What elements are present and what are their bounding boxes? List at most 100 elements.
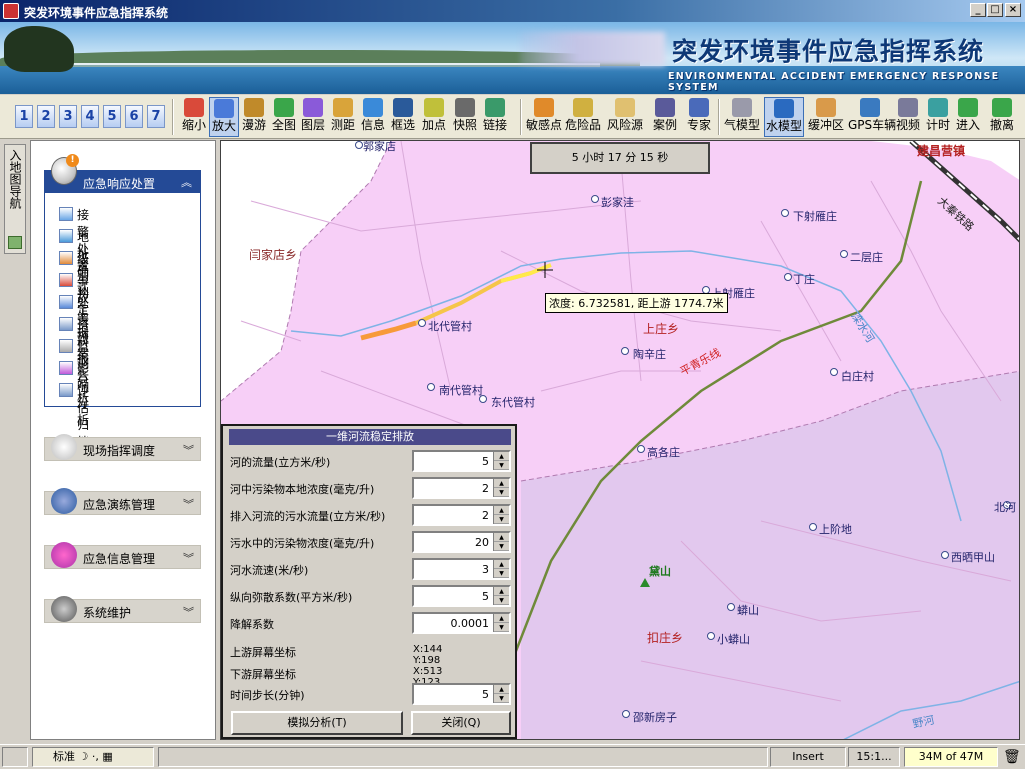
tool-map-10[interactable]: 链接 xyxy=(481,97,509,137)
place-xishaijiashan: 西晒甲山 xyxy=(951,551,995,564)
minimize-button[interactable]: _ xyxy=(970,3,986,17)
tool-data-4[interactable]: 专家 xyxy=(684,97,714,137)
tool-model-2[interactable]: 缓冲区 xyxy=(805,97,847,137)
spin-buttons[interactable]: ▲ ▼ xyxy=(493,587,509,605)
place-guojiadian: 郭家店 xyxy=(363,140,396,153)
place-beihe: 北河 xyxy=(994,501,1016,514)
spin-buttons[interactable]: ▲ ▼ xyxy=(493,533,509,551)
spin-buttons[interactable]: ▲ ▼ xyxy=(493,506,509,524)
tool-map-5[interactable]: 测距 xyxy=(329,97,357,137)
tool-map-2[interactable]: 漫游 xyxy=(240,97,268,137)
plume-mid xyxy=(415,271,532,325)
tool-map-6[interactable]: 信息 xyxy=(359,97,387,137)
param-input[interactable]: 3 ▲ ▼ xyxy=(412,558,511,580)
tool-label: 加点 xyxy=(421,118,446,132)
param-input[interactable]: 2 ▲ ▼ xyxy=(412,504,511,526)
param-label: 河的流量(立方米/秒) xyxy=(230,456,331,469)
chevron-down-icon[interactable]: ︾ xyxy=(183,604,194,620)
number-button-6[interactable]: 6 xyxy=(125,105,143,128)
place-marker xyxy=(707,632,715,640)
sidebar-section[interactable]: 应急信息管理 ︾ xyxy=(44,542,201,569)
param-label: 河水流速(米/秒) xyxy=(230,564,309,577)
param-value: 3 xyxy=(482,563,489,576)
place-marker xyxy=(591,195,599,203)
place-jianchangying: 建昌营镇 xyxy=(917,144,966,158)
spin-buttons[interactable]: ▲ ▼ xyxy=(493,685,509,703)
banner-bridge xyxy=(40,63,600,67)
tool-icon xyxy=(689,98,709,117)
spin-buttons[interactable]: ▲ ▼ xyxy=(493,452,509,470)
tool-data-3[interactable]: 案例 xyxy=(650,97,680,137)
number-button-3[interactable]: 3 xyxy=(59,105,77,128)
place-marker xyxy=(355,141,363,149)
place-dengxinfangzi: 邵新房子 xyxy=(633,711,677,724)
tool-model-5[interactable]: 计时 xyxy=(924,97,952,137)
analyze-button[interactable]: 模拟分析(T) xyxy=(231,711,403,735)
tool-model-1[interactable]: 水模型 xyxy=(764,97,804,137)
place-daishan: 黛山 xyxy=(649,565,671,578)
number-button-1[interactable]: 1 xyxy=(15,105,33,128)
param-input[interactable]: 5 ▲ ▼ xyxy=(412,585,511,607)
trash-icon[interactable]: 🗑 xyxy=(1003,749,1021,765)
spin-buttons[interactable]: ▲ ▼ xyxy=(493,560,509,578)
toolbar: 1 2 3 4 5 6 7 缩小 放大 漫游 全图 图层 测距 信息 框选 加点 快照 链接 敏感点 危险品 风险源 案例… xyxy=(0,95,1025,139)
tool-icon xyxy=(816,98,836,117)
chevron-up-icon[interactable]: ︽ xyxy=(181,174,192,190)
tool-map-9[interactable]: 快照 xyxy=(451,97,479,137)
param-label: 降解系数 xyxy=(230,618,274,631)
tool-map-4[interactable]: 图层 xyxy=(299,97,327,137)
param-input[interactable]: 0.0001 ▲ ▼ xyxy=(412,612,511,634)
number-button-7[interactable]: 7 xyxy=(147,105,165,128)
chevron-down-icon[interactable]: ︾ xyxy=(183,442,194,458)
sidebar-section[interactable]: 应急演练管理 ︾ xyxy=(44,488,201,515)
toolbar-separator xyxy=(520,99,522,135)
tool-map-0[interactable]: 缩小 xyxy=(180,97,208,137)
tool-model-6[interactable]: 进入 xyxy=(954,97,982,137)
tool-model-0[interactable]: 气模型 xyxy=(722,97,762,137)
tool-icon xyxy=(244,98,264,117)
tool-map-8[interactable]: 加点 xyxy=(419,97,449,137)
param-input[interactable]: 20 ▲ ▼ xyxy=(412,531,511,553)
sidebar-section[interactable]: 现场指挥调度 ︾ xyxy=(44,434,201,461)
banner: 突发环境事件应急指挥系统 ENVIRONMENTAL ACCIDENT EMER… xyxy=(0,22,1025,94)
timestep-input[interactable]: 5 ▲ ▼ xyxy=(412,683,511,705)
close-button[interactable]: × xyxy=(1005,3,1021,17)
chevron-down-icon[interactable]: ︾ xyxy=(183,550,194,566)
tool-map-1[interactable]: 放大 xyxy=(209,97,239,137)
maximize-button[interactable]: □ xyxy=(987,3,1003,17)
tool-data-2[interactable]: 风险源 xyxy=(601,97,649,137)
ime-bar[interactable]: 标准 ☽ ·, ▦ xyxy=(32,747,154,767)
chevron-down-icon[interactable]: ︾ xyxy=(183,496,194,512)
number-button-5[interactable]: 5 xyxy=(103,105,121,128)
tool-model-3[interactable]: GPS车辆 xyxy=(848,97,896,137)
tool-icon xyxy=(455,98,475,117)
response-section-header[interactable]: ! 应急响应处置 ︽ xyxy=(45,154,200,193)
map-nav-tab[interactable]: 入地图导航 xyxy=(4,144,26,254)
tool-map-3[interactable]: 全图 xyxy=(270,97,298,137)
close-dialog-button[interactable]: 关闭(Q) xyxy=(411,711,511,735)
tool-model-7[interactable]: 撤离 xyxy=(985,97,1019,137)
tool-label: 水模型 xyxy=(765,119,802,133)
param-value: 2 xyxy=(482,509,489,522)
spin-buttons[interactable]: ▲ ▼ xyxy=(493,479,509,497)
param-input[interactable]: 5 ▲ ▼ xyxy=(412,450,511,472)
place-marker xyxy=(784,273,792,281)
tool-icon xyxy=(184,98,204,117)
sidebar-section[interactable]: 系统维护 ︾ xyxy=(44,596,201,623)
response-item-icon xyxy=(59,383,73,397)
tool-model-4[interactable]: 视频 xyxy=(894,97,922,137)
tool-label: 视频 xyxy=(895,118,920,132)
param-input[interactable]: 2 ▲ ▼ xyxy=(412,477,511,499)
number-button-2[interactable]: 2 xyxy=(37,105,55,128)
tool-data-0[interactable]: 敏感点 xyxy=(525,97,563,137)
response-item-icon xyxy=(59,339,73,353)
spin-buttons[interactable]: ▲ ▼ xyxy=(493,614,509,632)
plume-high xyxy=(360,320,417,341)
tool-map-7[interactable]: 框选 xyxy=(389,97,417,137)
tool-data-1[interactable]: 危险品 xyxy=(564,97,602,137)
banner-subtitle: ENVIRONMENTAL ACCIDENT EMERGENCY RESPONS… xyxy=(668,71,1000,93)
place-dongdaiguan: 东代管村 xyxy=(491,396,535,409)
tool-label: 危险品 xyxy=(564,118,601,132)
number-button-4[interactable]: 4 xyxy=(81,105,99,128)
tool-icon xyxy=(393,98,413,117)
